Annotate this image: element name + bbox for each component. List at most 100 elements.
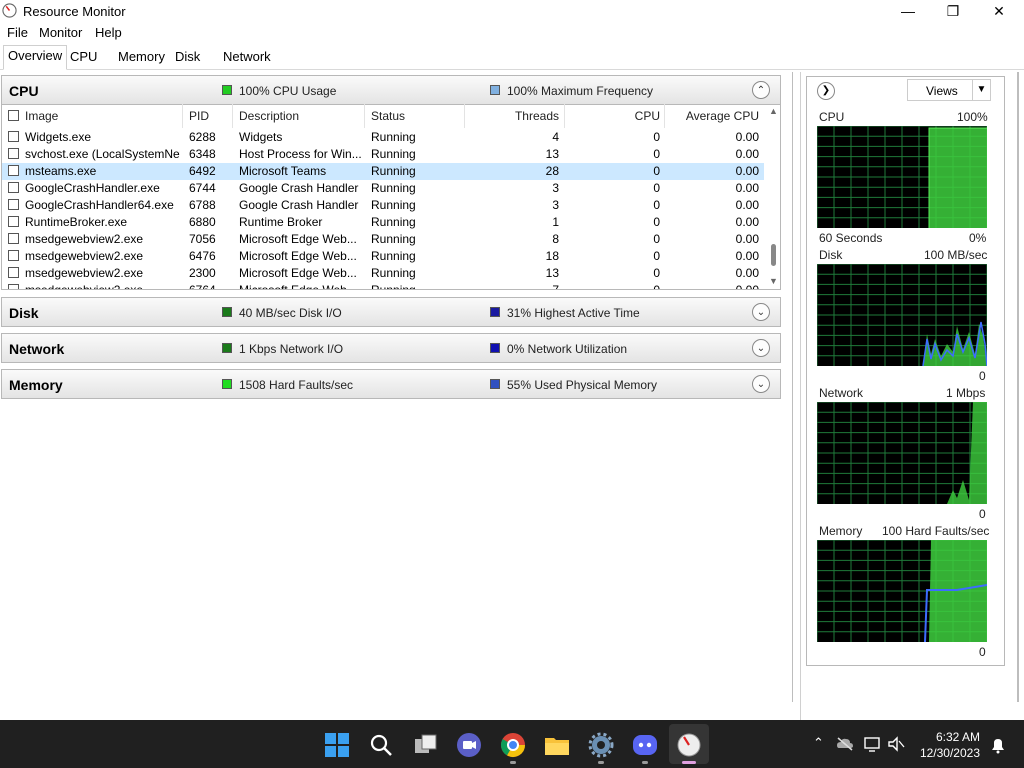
column-image[interactable]: Image — [25, 104, 58, 128]
tab-overview[interactable]: Overview — [3, 45, 68, 70]
settings-icon[interactable] — [588, 732, 614, 758]
chrome-icon[interactable] — [500, 732, 526, 758]
cell-image: msedgewebview2.exe — [25, 283, 144, 290]
table-row[interactable]: GoogleCrashHandler64.exe 6788 Google Crash… — [2, 197, 764, 214]
notification-icon[interactable] — [989, 736, 1007, 754]
cell-cpu: 0 — [653, 249, 660, 263]
memory-expand-button[interactable]: ⌄ — [752, 375, 770, 393]
table-row[interactable]: msedgewebview2.exe 6476 Microsoft Edge Web… — [2, 248, 764, 265]
views-dropdown[interactable]: Views ▼ — [907, 79, 991, 101]
discord-running-indicator — [642, 761, 648, 764]
cpu-section-header[interactable]: CPU 100% CPU Usage 100% Maximum Frequenc… — [1, 75, 781, 105]
cell-status: Running — [371, 266, 416, 280]
column-pid[interactable]: PID — [189, 104, 209, 128]
column-average-cpu[interactable]: Average CPU — [668, 104, 759, 128]
taskbar-time[interactable]: 6:32 AM — [930, 730, 980, 744]
column-divider[interactable] — [564, 104, 565, 128]
row-checkbox[interactable] — [8, 165, 19, 176]
scroll-down-arrow-icon[interactable]: ▼ — [769, 276, 778, 286]
row-checkbox[interactable] — [8, 267, 19, 278]
table-row[interactable]: msedgewebview2.exe 2300 Microsoft Edge Web… — [2, 265, 764, 282]
minimize-button[interactable]: — — [885, 0, 931, 22]
network-utilization-legend-swatch — [490, 343, 500, 353]
table-header: Image PID Description Status ⌃ Threads C… — [2, 104, 764, 128]
tab-network[interactable]: Network — [219, 47, 275, 67]
cpu-table-scrollbar[interactable]: ▲ ▼ — [767, 104, 780, 289]
row-checkbox[interactable] — [8, 284, 19, 289]
memory-section-header[interactable]: Memory 1508 Hard Faults/sec 55% Used Phy… — [1, 369, 781, 399]
table-row[interactable]: svchost.exe (LocalSystemNet... 6348 Host P… — [2, 146, 764, 163]
menu-help[interactable]: Help — [95, 25, 122, 40]
row-checkbox[interactable] — [8, 131, 19, 142]
table-row[interactable]: msedgewebview2.exe 6764 Microsoft Edge Web… — [2, 282, 764, 290]
cell-description: Microsoft Edge Web... — [239, 283, 357, 290]
cpu-collapse-button[interactable]: ⌃ — [752, 81, 770, 99]
cell-description: Widgets — [239, 130, 283, 144]
column-threads[interactable]: Threads — [468, 104, 559, 128]
disk-section-header[interactable]: Disk 40 MB/sec Disk I/O 31% Highest Acti… — [1, 297, 781, 327]
volume-muted-icon[interactable] — [887, 735, 905, 753]
discord-icon[interactable] — [632, 732, 658, 758]
hard-faults-legend-swatch — [222, 379, 232, 389]
table-row[interactable]: GoogleCrashHandler.exe 6744 Google Crash H… — [2, 180, 764, 197]
resource-monitor-icon[interactable] — [676, 732, 702, 758]
memory-section-title: Memory — [9, 377, 63, 393]
onedrive-icon[interactable] — [836, 736, 854, 752]
cell-cpu: 0 — [653, 198, 660, 212]
network-section-header[interactable]: Network 1 Kbps Network I/O 0% Network Ut… — [1, 333, 781, 363]
pane-splitter[interactable] — [792, 72, 793, 702]
teams-meet-icon[interactable] — [456, 732, 482, 758]
tab-cpu[interactable]: CPU — [66, 47, 101, 67]
column-divider[interactable] — [232, 104, 233, 128]
column-divider[interactable] — [664, 104, 665, 128]
row-checkbox[interactable] — [8, 233, 19, 244]
scroll-up-arrow-icon[interactable]: ▲ — [769, 106, 778, 116]
menu-file[interactable]: File — [7, 25, 28, 40]
search-icon[interactable] — [368, 732, 394, 758]
column-description[interactable]: Description — [239, 104, 299, 128]
scrollbar-thumb[interactable] — [771, 244, 776, 266]
cell-description: Microsoft Edge Web... — [239, 232, 357, 246]
network-status-icon[interactable] — [863, 735, 881, 753]
row-checkbox[interactable] — [8, 250, 19, 261]
column-divider[interactable] — [182, 104, 183, 128]
network-expand-button[interactable]: ⌄ — [752, 339, 770, 357]
file-explorer-icon[interactable] — [544, 732, 570, 758]
cell-pid: 6880 — [189, 215, 216, 229]
table-row[interactable]: Widgets.exe 6288 Widgets Running 4 0 0.00 — [2, 129, 764, 146]
row-checkbox[interactable] — [8, 199, 19, 210]
cell-threads: 8 — [552, 232, 559, 246]
cell-pid: 6744 — [189, 181, 216, 195]
select-all-checkbox[interactable] — [8, 110, 19, 121]
graph-pane-scrollbar[interactable] — [1017, 72, 1019, 702]
chevron-up-icon[interactable]: ⌃ — [813, 735, 824, 751]
cell-status: Running — [371, 164, 416, 178]
column-divider[interactable] — [464, 104, 465, 128]
disk-graph — [817, 264, 987, 366]
memory-graph — [817, 540, 987, 642]
table-row[interactable]: msedgewebview2.exe 7056 Microsoft Edge Web… — [2, 231, 764, 248]
row-checkbox[interactable] — [8, 216, 19, 227]
cpu-graph-max: 100% — [957, 110, 988, 124]
menu-monitor[interactable]: Monitor — [39, 25, 82, 40]
cell-status: Running — [371, 283, 416, 290]
chevron-down-icon[interactable]: ▼ — [972, 80, 990, 100]
tab-disk[interactable]: Disk — [171, 47, 204, 67]
tab-memory[interactable]: Memory — [114, 47, 169, 67]
start-icon[interactable] — [324, 732, 350, 758]
column-cpu[interactable]: CPU — [568, 104, 660, 128]
disk-expand-button[interactable]: ⌄ — [752, 303, 770, 321]
table-row[interactable]: RuntimeBroker.exe 6880 Runtime Broker Runni… — [2, 214, 764, 231]
task-view-icon[interactable] — [413, 732, 439, 758]
close-button[interactable]: ✕ — [976, 0, 1022, 22]
collapse-graph-pane-button[interactable]: ❯ — [817, 82, 835, 100]
maximize-button[interactable]: ❐ — [930, 0, 976, 22]
table-row[interactable]: msteams.exe 6492 Microsoft Teams Running 28 0… — [2, 163, 764, 180]
cell-image: GoogleCrashHandler64.exe — [25, 198, 174, 212]
row-checkbox[interactable] — [8, 148, 19, 159]
cell-threads: 3 — [552, 198, 559, 212]
taskbar-date[interactable]: 12/30/2023 — [916, 746, 980, 760]
column-divider[interactable] — [364, 104, 365, 128]
column-status[interactable]: Status — [371, 104, 405, 128]
row-checkbox[interactable] — [8, 182, 19, 193]
